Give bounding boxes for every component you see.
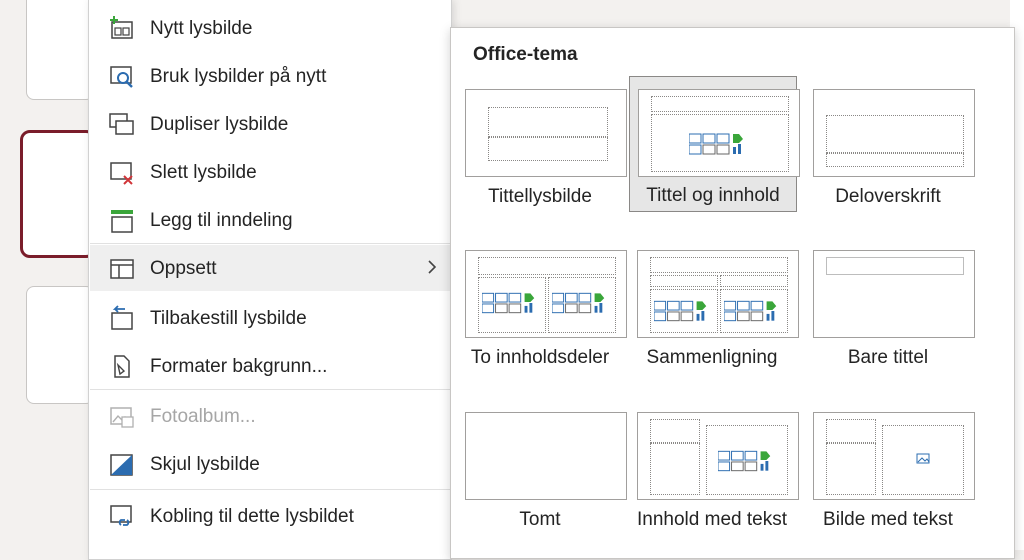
menu-separator [90, 489, 450, 490]
layout-thumbnail [637, 250, 799, 338]
layout-option-section-header[interactable]: Deloverskrift [805, 83, 975, 213]
menu-item-label: Nytt lysbilde [150, 18, 253, 39]
layout-option-content-with-caption[interactable]: Innhold med tekst [629, 406, 799, 536]
picture-placeholder-icon [916, 453, 930, 464]
content-placeholder-icons [724, 300, 777, 322]
slide-thumbnail-2-selected[interactable] [20, 130, 96, 258]
menu-item-label: Formater bakgrunn... [150, 356, 328, 377]
menu-item-label: Fotoalbum... [150, 406, 256, 427]
layout-option-title-and-content[interactable]: Tittel og innhold [629, 76, 800, 212]
menu-item-duplicate-slide[interactable]: Dupliser lysbilde [90, 101, 450, 147]
menu-item-label: Slett lysbilde [150, 162, 257, 183]
layout-option-comparison[interactable]: Sammenligning [629, 244, 799, 374]
menu-item-label: Skjul lysbilde [150, 454, 260, 475]
photo-album-icon [110, 407, 134, 428]
delete-slide-icon [110, 162, 133, 185]
layout-thumbnail [813, 89, 975, 177]
content-placeholder-icons [552, 292, 605, 314]
hide-slide-icon [110, 454, 133, 476]
layout-label: Bare tittel [847, 347, 929, 368]
layout-option-title-only[interactable]: Bare tittel [805, 244, 975, 374]
menu-item-reuse-slides[interactable]: Bruk lysbilder på nytt [90, 53, 450, 99]
layout-thumbnail [813, 250, 975, 338]
layout-thumbnail [465, 250, 627, 338]
menu-item-format-background[interactable]: Formater bakgrunn... [90, 343, 450, 389]
menu-item-layout[interactable]: Oppsett [90, 245, 450, 291]
menu-item-label: Oppsett [150, 258, 217, 279]
menu-item-label: Kobling til dette lysbildet [150, 506, 354, 527]
menu-item-label: Legg til inndeling [150, 210, 293, 231]
layout-icon [110, 259, 134, 279]
layout-option-title-slide[interactable]: Tittellysbilde [457, 83, 627, 213]
layout-option-picture-with-caption[interactable]: Bilde med tekst [805, 406, 975, 536]
layout-thumbnail [465, 412, 627, 500]
duplicate-slide-icon [109, 113, 134, 135]
content-placeholder-icons [482, 292, 535, 314]
menu-item-add-section[interactable]: Legg til inndeling [90, 197, 450, 243]
menu-item-hide-slide[interactable]: Skjul lysbilde [90, 441, 450, 487]
slide-thumbnail-1[interactable] [26, 0, 94, 100]
menu-item-link-to-slide[interactable]: Kobling til dette lysbildet [90, 493, 450, 539]
layout-option-blank[interactable]: Tomt [457, 406, 627, 536]
layout-label: Innhold med tekst [637, 509, 787, 530]
menu-item-photo-album[interactable]: Fotoalbum... [90, 393, 450, 439]
new-slide-icon [110, 16, 133, 39]
reset-slide-icon [111, 305, 133, 330]
layout-thumbnail [465, 89, 627, 177]
submenu-title: Office-tema [473, 44, 578, 65]
slide-thumbnail-3[interactable] [26, 286, 94, 404]
menu-item-label: Dupliser lysbilde [150, 114, 289, 135]
link-slide-icon [110, 505, 132, 526]
menu-item-new-slide[interactable]: Nytt lysbilde [90, 5, 450, 51]
menu-item-reset-slide[interactable]: Tilbakestill lysbilde [90, 295, 450, 341]
layout-label: Tittellysbilde [488, 186, 592, 207]
layout-thumbnail [813, 412, 975, 500]
format-background-icon [114, 355, 130, 378]
layout-thumbnail [637, 412, 799, 500]
content-placeholder-icons [654, 300, 707, 322]
layout-thumbnail [638, 89, 800, 177]
layout-label: Deloverskrift [835, 186, 941, 207]
reuse-slides-icon [110, 66, 133, 88]
menu-separator [90, 243, 450, 244]
content-placeholder-icons [689, 133, 743, 155]
menu-separator [90, 389, 450, 390]
layout-option-two-content[interactable]: To innholdsdeler [457, 244, 627, 374]
layout-label: Sammenligning [646, 347, 778, 368]
add-section-icon [111, 210, 133, 233]
content-placeholder-icons [718, 450, 771, 472]
layout-submenu: Office-tema Tittellysbilde Tittel og inn… [450, 27, 1015, 559]
menu-item-label: Tilbakestill lysbilde [150, 308, 307, 329]
chevron-right-icon [428, 260, 437, 274]
slide-context-menu: Nytt lysbilde Bruk lysbilder på nytt Dup… [88, 0, 452, 560]
layout-label: Tittel og innhold [646, 185, 780, 206]
layout-label: To innholdsdeler [470, 347, 610, 368]
menu-item-label: Bruk lysbilder på nytt [150, 66, 327, 87]
layout-label: Tomt [519, 509, 561, 530]
layout-label: Bilde med tekst [823, 509, 953, 530]
menu-item-delete-slide[interactable]: Slett lysbilde [90, 149, 450, 195]
